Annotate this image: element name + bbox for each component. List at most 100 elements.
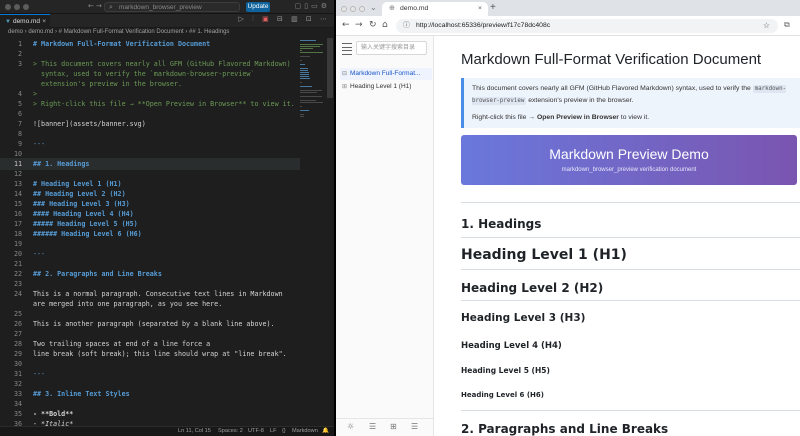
expand-icon[interactable]: ⊞ — [342, 81, 347, 93]
reload-icon[interactable]: ↻ — [369, 20, 377, 30]
code-line[interactable]: 14 ## Heading Level 2 (H2) — [0, 189, 300, 199]
minimap[interactable] — [300, 38, 326, 426]
toc-item-h1[interactable]: ⊞ Heading Level 1 (H1) — [340, 81, 432, 93]
line-text: ![banner](assets/banner.svg) — [33, 120, 146, 128]
status-position[interactable]: Ln 11, Col 15 — [178, 427, 211, 436]
window-zoom-dot[interactable] — [23, 4, 29, 10]
code-line[interactable]: 21 — [0, 259, 300, 269]
nav-forward-icon[interactable]: → — [96, 2, 102, 10]
code-line[interactable]: 36 - *Italic* — [0, 419, 300, 426]
search-icon: ⌕ — [109, 4, 113, 11]
editor-actions[interactable]: ▷ ⫶ ▣ ⊟ ▥ ⊡ ⋯ — [239, 15, 330, 24]
browser-minimize-dot[interactable] — [350, 6, 356, 12]
code-line[interactable]: 4 > — [0, 89, 300, 99]
code-line[interactable]: 16 #### Heading Level 4 (H4) — [0, 209, 300, 219]
code-line[interactable]: 11 ## 1. Headings — [0, 159, 300, 169]
code-line[interactable]: 26 This is another paragraph (separated b… — [0, 319, 300, 329]
code-line[interactable]: 32 — [0, 379, 300, 389]
code-line[interactable]: 23 — [0, 279, 300, 289]
code-line[interactable]: 10 — [0, 149, 300, 159]
line-number: 2 — [17, 50, 22, 58]
toc-item-title[interactable]: ⊟ Markdown Full-Format... — [340, 68, 432, 80]
code-line[interactable]: 3 > This document covers nearly all GFM (… — [0, 59, 300, 69]
code-line[interactable]: 13 # Heading Level 1 (H1) — [0, 179, 300, 189]
code-line[interactable]: 15 ### Heading Level 3 (H3) — [0, 199, 300, 209]
window-minimize-dot[interactable] — [14, 4, 20, 10]
code-line[interactable]: 33 ## 3. Inline Text Styles — [0, 389, 300, 399]
status-indent[interactable]: Spaces: 2 — [218, 427, 243, 436]
bookmark-star-icon[interactable]: ☆ — [763, 19, 770, 33]
code-line[interactable]: 35 - **Bold** — [0, 409, 300, 419]
address-bar[interactable]: ⓘ http://localhost:65336/preview/f17c78d… — [396, 19, 778, 33]
code-line[interactable]: 22 ## 2. Paragraphs and Line Breaks — [0, 269, 300, 279]
status-language[interactable]: Markdown — [292, 427, 318, 436]
grid-icon[interactable]: ⊞ — [390, 422, 397, 431]
nav-back-icon[interactable]: ← — [88, 2, 94, 10]
line-text: --- — [33, 370, 46, 378]
tab-demo-md[interactable]: ▼ demo.md × — [0, 14, 50, 28]
line-number: 11 — [13, 160, 22, 168]
code-line[interactable]: 25 — [0, 309, 300, 319]
quote-p2-suffix: to view it. — [618, 114, 650, 121]
code-line[interactable]: 12 — [0, 169, 300, 179]
quote-p2-prefix: Right-click this file → — [472, 114, 537, 121]
browser-tab[interactable]: ⊕ demo.md × — [382, 2, 488, 16]
code-line[interactable]: 20 --- — [0, 249, 300, 259]
line-text: This is a normal paragraph. Consecutive … — [33, 290, 283, 298]
notifications-icon[interactable]: 🔔 — [322, 427, 329, 436]
minimap-line — [300, 114, 304, 115]
menu-icon[interactable] — [342, 43, 352, 57]
code-line[interactable]: 31 --- — [0, 369, 300, 379]
code-line[interactable]: 8 — [0, 129, 300, 139]
editor-scrollbar[interactable] — [327, 38, 333, 98]
code-line[interactable]: syntax, used to verify the `markdown-bro… — [0, 69, 300, 79]
command-center-search[interactable]: ⌕ markdown_browser_preview — [104, 2, 240, 12]
window-close-dot[interactable] — [5, 4, 11, 10]
code-line[interactable]: 5 > Right-click this file → **Open Previe… — [0, 99, 300, 109]
extensions-icon[interactable]: ⧉ — [784, 20, 790, 30]
code-line[interactable]: 24 This is a normal paragraph. Consecutiv… — [0, 289, 300, 299]
outline-icon[interactable]: ☰ — [411, 422, 418, 431]
forward-icon[interactable]: → — [355, 20, 363, 30]
code-line[interactable]: are merged into one paragraph, as you se… — [0, 299, 300, 309]
status-eol[interactable]: LF — [270, 427, 277, 436]
tab-list-icon[interactable]: ⌄ — [370, 3, 377, 12]
code-line[interactable]: 30 — [0, 359, 300, 369]
line-number: 3 — [17, 60, 22, 68]
browser-zoom-dot[interactable] — [359, 6, 365, 12]
site-info-icon[interactable]: ⓘ — [403, 19, 410, 33]
code-editor[interactable]: 1 # Markdown Full-Format Verification Doc… — [0, 38, 300, 426]
code-line[interactable]: 2 — [0, 49, 300, 59]
collapse-icon[interactable]: ⊟ — [342, 68, 347, 80]
breadcrumb[interactable]: demo › demo.md › # Markdown Full-Format … — [8, 29, 229, 38]
code-line[interactable]: 6 — [0, 109, 300, 119]
close-icon[interactable]: × — [478, 2, 482, 15]
back-icon[interactable]: ← — [342, 20, 350, 30]
statusbar: Ln 11, Col 15 Spaces: 2 UTF-8 LF {} Mark… — [0, 426, 334, 436]
code-line[interactable]: 27 — [0, 329, 300, 339]
code-line[interactable]: 7 ![banner](assets/banner.svg) — [0, 119, 300, 129]
minimap-line — [300, 116, 304, 117]
theme-icon[interactable]: ☼ — [347, 422, 354, 431]
line-text: - **Bold** — [33, 410, 74, 418]
status-encoding[interactable]: UTF-8 — [248, 427, 264, 436]
toc-search-input[interactable]: 输入关键字搜索目录 — [356, 41, 427, 55]
code-line[interactable]: 34 — [0, 399, 300, 409]
list-icon[interactable]: ☰ — [369, 422, 376, 431]
code-line[interactable]: 28 Two trailing spaces at end of a line f… — [0, 339, 300, 349]
layout-icons[interactable]: ▢▯▭⚙ — [295, 2, 330, 10]
code-line[interactable]: 17 ##### Heading Level 5 (H5) — [0, 219, 300, 229]
code-line[interactable]: 1 # Markdown Full-Format Verification Doc… — [0, 39, 300, 49]
quote-text-rest: extension's preview in the browser. — [526, 97, 634, 104]
code-line[interactable]: extension's preview in the browser. — [0, 79, 300, 89]
preview-extension-icon: ▣ — [262, 15, 272, 23]
code-line[interactable]: 19 — [0, 239, 300, 249]
browser-close-dot[interactable] — [341, 6, 347, 12]
close-icon[interactable]: × — [42, 15, 46, 28]
code-line[interactable]: 9 --- — [0, 139, 300, 149]
code-line[interactable]: 18 ###### Heading Level 6 (H6) — [0, 229, 300, 239]
home-icon[interactable]: ⌂ — [382, 20, 388, 30]
update-button[interactable]: Update — [246, 2, 270, 12]
new-tab-icon[interactable]: + — [490, 2, 496, 13]
code-line[interactable]: 29 line break (soft break); this line sho… — [0, 349, 300, 359]
